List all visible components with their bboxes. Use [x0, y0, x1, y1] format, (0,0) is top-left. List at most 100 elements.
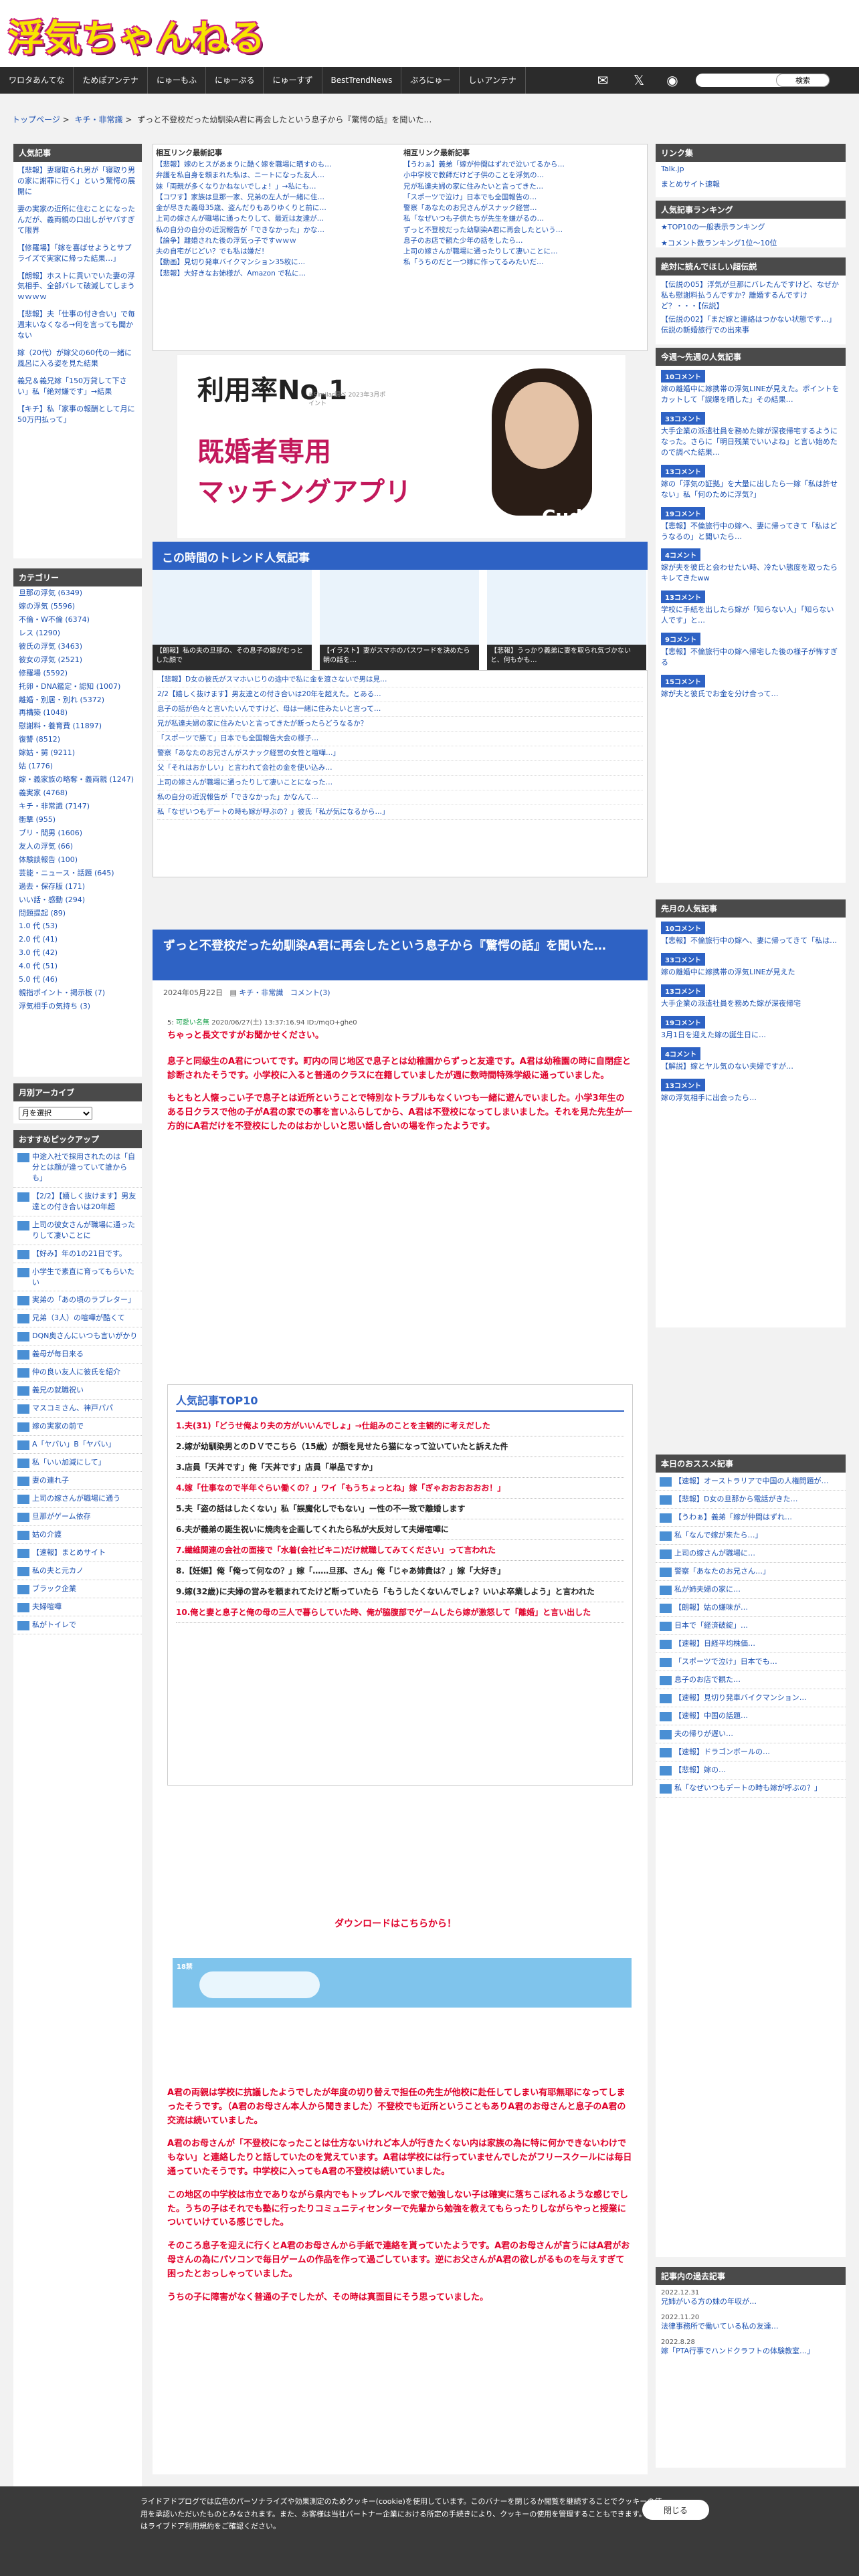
x-icon[interactable]: 𝕏 — [630, 73, 648, 88]
recommend-item[interactable]: 実弟の「あの頃のラブレター」 — [13, 1291, 142, 1310]
recommend-item[interactable]: ブラック企業 — [13, 1580, 142, 1599]
antenna-item[interactable]: 上司の嫁さんが職場に通ったりして凄いことに… — [403, 246, 644, 257]
category-item[interactable]: ブリ・間男 (1606) — [13, 827, 142, 840]
recommend-item[interactable]: 義兄の就職祝い — [13, 1382, 142, 1400]
recommend-item[interactable]: 義母が毎日来る — [13, 1346, 142, 1364]
top10-item[interactable]: 8.【妊娠】俺「俺って何なの？」嫁「……旦那、さん」俺「じゃあ姉貴は？」嫁「大好… — [176, 1561, 624, 1582]
weekly-item[interactable]: 大手企業の派遣社員を務めた嫁が深夜帰宅するようになった。さらに「明日残業でいいよ… — [656, 426, 846, 461]
top10-item[interactable]: 3.店員「天丼です」俺「天丼です」店員「単品ですか」 — [176, 1457, 624, 1478]
ad-banner[interactable]: 利用率No.1 ※Similar調べ 2023年3月ポイント 既婚者専用 マッチ… — [177, 354, 626, 539]
history-item[interactable]: 法律事務所で働いている私の友達… — [656, 2321, 846, 2335]
trend-list-item[interactable]: 父「それはおかしい」と言われて会社の金を使い込み… — [157, 761, 643, 776]
legend-item[interactable]: 【伝説の05】浮気が旦那にバレたんですけど、なぜか私も慰謝料払うんですか？離婚す… — [656, 276, 846, 314]
recommend-item[interactable]: 小学生で素直に育ってもらいたい — [13, 1263, 142, 1292]
category-item[interactable]: いい話・感動 (294) — [13, 893, 142, 907]
ranking-item[interactable]: ★TOP10の一般表示ランキング — [656, 219, 846, 235]
recommend-item[interactable]: 私「いい加減にして」 — [13, 1454, 142, 1473]
antenna-item[interactable]: 弁護を私自身を頼まれた私は、ニートになった友人… — [156, 170, 397, 181]
left-popular-item[interactable]: 義兄＆義兄嫁「150万貸して下さい」私「絶対嫌です」→結果 — [13, 372, 142, 401]
link-item[interactable]: まとめサイト速報 — [656, 176, 846, 192]
pick-item[interactable]: 【速報】日経平均株価… — [656, 1635, 846, 1653]
legend-item[interactable]: 【伝説の02】「まだ嫁と連絡はつかない状態です…」伝説の新婚旅行での出来事 — [656, 314, 846, 338]
recommend-item[interactable]: DQN奥さんにいつも言いがかり — [13, 1327, 142, 1346]
rss-icon[interactable]: ◉ — [664, 73, 681, 88]
trend-list-item[interactable]: 2/2【嬉しく抜けます】男友達との付き合いは20年を超えた。とある… — [157, 687, 643, 702]
category-item[interactable]: 5.0 代 (46) — [13, 973, 142, 986]
category-item[interactable]: 嫁姑・舅 (9211) — [13, 746, 142, 760]
mail-icon[interactable]: ✉ — [594, 73, 611, 88]
category-item[interactable]: レス (1290) — [13, 627, 142, 640]
pick-item[interactable]: 【速報】中国の話題… — [656, 1707, 846, 1725]
category-item[interactable]: 托卵・DNA鑑定・認知 (1007) — [13, 680, 142, 693]
pick-item[interactable]: 【速報】オーストラリアで中国の人権問題が… — [656, 1473, 846, 1491]
antenna-item[interactable]: 警察「あなたのお兄さんがスナック経営… — [403, 203, 644, 213]
search-button[interactable]: 検索 — [776, 74, 830, 87]
nav-item-1[interactable]: ためぽアンテナ — [74, 67, 148, 94]
category-item[interactable]: 復讐 (8512) — [13, 733, 142, 746]
antenna-item[interactable]: 兄が私達夫婦の家に住みたいと言ってきた… — [403, 181, 644, 192]
antenna-item[interactable]: 小中学校で教師だけど子供のことを浮気の… — [403, 170, 644, 181]
recommend-item[interactable]: 中途入社で採用されたのは「自分とは顔が違っていて誰からも」 — [13, 1148, 142, 1188]
nav-item-2[interactable]: にゅーもふ — [148, 67, 206, 94]
link-item[interactable]: Talk.jp — [656, 162, 846, 176]
left-popular-item[interactable]: 【キチ】私「家事の報酬として月に50万円払って」 — [13, 401, 142, 429]
antenna-item[interactable]: 夫の自宅がじどい？でも私は嫌だ！ — [156, 246, 397, 257]
antenna-item[interactable]: 私「なぜいつも子供たちが先生を嫌がるの… — [403, 213, 644, 224]
antenna-item[interactable]: 息子のお店で観た少年の話をしたら… — [403, 235, 644, 246]
weekly-item[interactable]: 嫁が夫と彼氏でお金を分け合って… — [656, 689, 846, 702]
weekly-item[interactable]: 嫁の「浮気の証拠」を大量に出したら一嫁「私は許せない」私「何のために浮気?」 — [656, 479, 846, 503]
recommend-item[interactable]: マスコミさん、神戸パパ — [13, 1400, 142, 1418]
pick-item[interactable]: 「スポーツで泣け」日本でも… — [656, 1653, 846, 1671]
top10-item[interactable]: 5.夫「盗の話はしたくない」私「誤魔化しでもない」ー性の不一致で離婚します — [176, 1499, 624, 1519]
trend-list-item[interactable]: 息子の話が色々と言いたいんですけど、母は一緒に住みたいと言って… — [157, 702, 643, 717]
recommend-item[interactable]: 仲の良い友人に彼氏を紹介 — [13, 1364, 142, 1382]
adult-banner[interactable]: 18禁 — [173, 1958, 632, 2008]
category-item[interactable]: 浮気相手の気持ち (3) — [13, 1000, 142, 1013]
recommend-item[interactable]: A「ヤバい」B「ヤバい」 — [13, 1436, 142, 1455]
pick-item[interactable]: 上司の嫁さんが職場に… — [656, 1545, 846, 1563]
recommend-item[interactable]: 【好み】年の1の21日です。 — [13, 1245, 142, 1263]
category-item[interactable]: 衝撃 (955) — [13, 813, 142, 827]
article-comments[interactable]: コメント(3) — [290, 988, 330, 997]
download-link[interactable]: ダウンロードはこちらから！ — [335, 1917, 456, 1930]
trend-list-item[interactable]: 【悲報】D女の彼氏がスマホいじりの途中で私に金を渡さないで男は見… — [157, 673, 643, 687]
antenna-item[interactable]: 【論争】離婚された後の浮気っ子ですｗｗｗ — [156, 235, 397, 246]
monthly-item[interactable]: 嫁の離婚中に嫁携帯の浮気LINEが見えた — [656, 967, 846, 980]
weekly-item[interactable]: 【悲報】不倫旅行中の嫁へ帰宅した後の様子が怖すぎる — [656, 647, 846, 671]
monthly-item[interactable]: 3月1日を迎えた嫁の誕生日に… — [656, 1030, 846, 1043]
recommend-item[interactable]: 【速報】まとめサイト — [13, 1544, 142, 1563]
pick-item[interactable]: 私が姉夫婦の家に… — [656, 1581, 846, 1599]
recommend-item[interactable]: 兄弟（3人）の喧嘩が酷くて — [13, 1309, 142, 1328]
monthly-item[interactable]: 【解説】嫁とヤル気のない夫婦ですが… — [656, 1061, 846, 1075]
category-item[interactable]: 離婚・別居・別れ (5372) — [13, 693, 142, 707]
category-item[interactable]: 不倫・W不倫 (6374) — [13, 613, 142, 627]
recommend-item[interactable]: 私の夫と元カノ — [13, 1562, 142, 1581]
category-item[interactable]: 過去・保存版 (171) — [13, 880, 142, 893]
trend-list-item[interactable]: 「スポーツで勝て」日本でも全国報告大会の様子… — [157, 732, 643, 746]
antenna-item[interactable]: 【悲報】嫁のヒスがあまりに酷く嫁を職場に晒すのも… — [156, 159, 397, 170]
history-item[interactable]: 嫁「PTA行事でハンドクラフトの体験教室…」 — [656, 2346, 846, 2359]
category-item[interactable]: 体験談報告 (100) — [13, 853, 142, 867]
weekly-item[interactable]: 嫁の離婚中に嫁携帯の浮気LINEが見えた。ポイントをカットして「誤爆を晒した」そ… — [656, 384, 846, 408]
top10-item[interactable]: 4.嫁「仕事なので半年ぐらい働くの？」ワイ「もうちょっとね」嫁「ぎゃおおおおおお… — [176, 1478, 624, 1499]
pick-item[interactable]: 警察「あなたのお兄さん…」 — [656, 1563, 846, 1581]
category-item[interactable]: 4.0 代 (51) — [13, 960, 142, 973]
nav-item-6[interactable]: ぶろにゅー — [401, 67, 460, 94]
recommend-item[interactable]: 姑の介護 — [13, 1526, 142, 1545]
antenna-item[interactable]: 私「うちのだと一つ嫁に作ってるみたいだ… — [403, 257, 644, 267]
pick-item[interactable]: 【悲報】D女の旦那から電話がきた… — [656, 1491, 846, 1509]
recommend-item[interactable]: 夫婦喧嘩 — [13, 1598, 142, 1617]
antenna-item[interactable]: 【コワす】家族は旦那一家、兄弟の左人が一緒に住… — [156, 192, 397, 203]
top10-item[interactable]: 6.夫が義弟の誕生祝いに焼肉を企画してくれたら私が大反対して夫婦喧嘩に — [176, 1519, 624, 1540]
cookie-close-button[interactable]: 閉じる — [642, 2500, 709, 2520]
trend-list-item[interactable]: 上司の嫁さんが職場に通ったりして凄いことになった… — [157, 776, 643, 790]
left-popular-item[interactable]: 【朗報】ホストに貢いでいた妻の浮気相手、全部バレて破滅してしまうｗｗｗｗ — [13, 267, 142, 306]
trend-list-item[interactable]: 兄が私達夫婦の家に住みたいと言ってきたが断ったらどうなるか？ — [157, 717, 643, 732]
trend-card[interactable]: 【悲報】うっかり義弟に妻を取られ気づかないと、何もかも… — [487, 570, 646, 670]
breadcrumb-category[interactable]: キチ・非常識 — [74, 115, 122, 124]
antenna-item[interactable]: 【悲報】大好きなお姉様が、Amazon で私に… — [156, 268, 397, 279]
category-item[interactable]: 修羅場 (5592) — [13, 667, 142, 680]
trend-list-item[interactable]: 私「なぜいつもデートの時も嫁が呼ぶの？」彼氏「私が気になるから…」 — [157, 805, 643, 820]
left-popular-item[interactable]: 【悲報】夫「仕事の付き合い」で毎週末いなくなる→何を言っても聞かない — [13, 306, 142, 344]
category-item[interactable]: 義実家 (4768) — [13, 786, 142, 800]
